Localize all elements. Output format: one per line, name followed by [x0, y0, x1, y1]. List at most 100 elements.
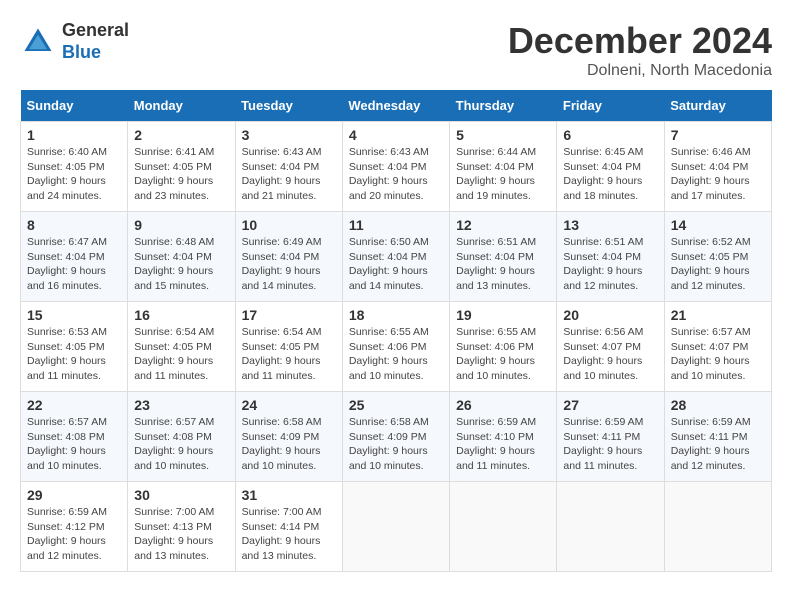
day-info: Sunrise: 7:00 AMSunset: 4:13 PMDaylight:… [134, 506, 214, 562]
table-row: 12 Sunrise: 6:51 AMSunset: 4:04 PMDaylig… [450, 212, 557, 302]
day-number: 3 [242, 127, 336, 143]
day-info: Sunrise: 6:45 AMSunset: 4:04 PMDaylight:… [563, 146, 643, 202]
day-number: 25 [349, 397, 443, 413]
day-number: 16 [134, 307, 228, 323]
day-info: Sunrise: 6:43 AMSunset: 4:04 PMDaylight:… [349, 146, 429, 202]
day-number: 31 [242, 487, 336, 503]
table-row: 19 Sunrise: 6:55 AMSunset: 4:06 PMDaylig… [450, 302, 557, 392]
table-row: 17 Sunrise: 6:54 AMSunset: 4:05 PMDaylig… [235, 302, 342, 392]
logo-text: General Blue [62, 20, 129, 63]
table-row: 6 Sunrise: 6:45 AMSunset: 4:04 PMDayligh… [557, 122, 664, 212]
day-number: 21 [671, 307, 765, 323]
table-row: 2 Sunrise: 6:41 AMSunset: 4:05 PMDayligh… [128, 122, 235, 212]
table-row: 20 Sunrise: 6:56 AMSunset: 4:07 PMDaylig… [557, 302, 664, 392]
day-number: 26 [456, 397, 550, 413]
day-info: Sunrise: 6:46 AMSunset: 4:04 PMDaylight:… [671, 146, 751, 202]
day-number: 4 [349, 127, 443, 143]
table-row: 3 Sunrise: 6:43 AMSunset: 4:04 PMDayligh… [235, 122, 342, 212]
day-info: Sunrise: 6:47 AMSunset: 4:04 PMDaylight:… [27, 236, 107, 292]
table-row: 26 Sunrise: 6:59 AMSunset: 4:10 PMDaylig… [450, 392, 557, 482]
table-row: 25 Sunrise: 6:58 AMSunset: 4:09 PMDaylig… [342, 392, 449, 482]
table-row [664, 482, 771, 572]
day-info: Sunrise: 7:00 AMSunset: 4:14 PMDaylight:… [242, 506, 322, 562]
day-info: Sunrise: 6:57 AMSunset: 4:07 PMDaylight:… [671, 326, 751, 382]
day-number: 13 [563, 217, 657, 233]
col-thursday: Thursday [450, 90, 557, 122]
day-info: Sunrise: 6:50 AMSunset: 4:04 PMDaylight:… [349, 236, 429, 292]
day-info: Sunrise: 6:59 AMSunset: 4:11 PMDaylight:… [563, 416, 643, 472]
day-info: Sunrise: 6:54 AMSunset: 4:05 PMDaylight:… [242, 326, 322, 382]
table-row: 8 Sunrise: 6:47 AMSunset: 4:04 PMDayligh… [21, 212, 128, 302]
table-row [557, 482, 664, 572]
table-row: 22 Sunrise: 6:57 AMSunset: 4:08 PMDaylig… [21, 392, 128, 482]
day-info: Sunrise: 6:56 AMSunset: 4:07 PMDaylight:… [563, 326, 643, 382]
day-info: Sunrise: 6:55 AMSunset: 4:06 PMDaylight:… [349, 326, 429, 382]
header-row: Sunday Monday Tuesday Wednesday Thursday… [21, 90, 772, 122]
table-row: 24 Sunrise: 6:58 AMSunset: 4:09 PMDaylig… [235, 392, 342, 482]
col-tuesday: Tuesday [235, 90, 342, 122]
day-number: 12 [456, 217, 550, 233]
table-row: 23 Sunrise: 6:57 AMSunset: 4:08 PMDaylig… [128, 392, 235, 482]
day-number: 22 [27, 397, 121, 413]
day-info: Sunrise: 6:49 AMSunset: 4:04 PMDaylight:… [242, 236, 322, 292]
day-number: 28 [671, 397, 765, 413]
table-row: 21 Sunrise: 6:57 AMSunset: 4:07 PMDaylig… [664, 302, 771, 392]
day-number: 14 [671, 217, 765, 233]
day-info: Sunrise: 6:55 AMSunset: 4:06 PMDaylight:… [456, 326, 536, 382]
table-row: 13 Sunrise: 6:51 AMSunset: 4:04 PMDaylig… [557, 212, 664, 302]
table-row: 28 Sunrise: 6:59 AMSunset: 4:11 PMDaylig… [664, 392, 771, 482]
day-info: Sunrise: 6:40 AMSunset: 4:05 PMDaylight:… [27, 146, 107, 202]
day-info: Sunrise: 6:52 AMSunset: 4:05 PMDaylight:… [671, 236, 751, 292]
table-row: 30 Sunrise: 7:00 AMSunset: 4:13 PMDaylig… [128, 482, 235, 572]
day-number: 5 [456, 127, 550, 143]
day-number: 24 [242, 397, 336, 413]
day-info: Sunrise: 6:41 AMSunset: 4:05 PMDaylight:… [134, 146, 214, 202]
table-row: 1 Sunrise: 6:40 AMSunset: 4:05 PMDayligh… [21, 122, 128, 212]
table-row: 4 Sunrise: 6:43 AMSunset: 4:04 PMDayligh… [342, 122, 449, 212]
day-info: Sunrise: 6:57 AMSunset: 4:08 PMDaylight:… [27, 416, 107, 472]
day-number: 17 [242, 307, 336, 323]
col-wednesday: Wednesday [342, 90, 449, 122]
day-info: Sunrise: 6:43 AMSunset: 4:04 PMDaylight:… [242, 146, 322, 202]
title-area: December 2024 Dolneni, North Macedonia [508, 20, 772, 80]
logo: General Blue [20, 20, 129, 63]
col-sunday: Sunday [21, 90, 128, 122]
calendar-week-1: 1 Sunrise: 6:40 AMSunset: 4:05 PMDayligh… [21, 122, 772, 212]
table-row: 15 Sunrise: 6:53 AMSunset: 4:05 PMDaylig… [21, 302, 128, 392]
day-number: 18 [349, 307, 443, 323]
day-number: 27 [563, 397, 657, 413]
day-info: Sunrise: 6:44 AMSunset: 4:04 PMDaylight:… [456, 146, 536, 202]
day-number: 29 [27, 487, 121, 503]
day-info: Sunrise: 6:51 AMSunset: 4:04 PMDaylight:… [456, 236, 536, 292]
calendar-week-2: 8 Sunrise: 6:47 AMSunset: 4:04 PMDayligh… [21, 212, 772, 302]
day-number: 9 [134, 217, 228, 233]
col-saturday: Saturday [664, 90, 771, 122]
day-number: 10 [242, 217, 336, 233]
col-friday: Friday [557, 90, 664, 122]
day-number: 20 [563, 307, 657, 323]
month-title: December 2024 [508, 20, 772, 62]
table-row: 7 Sunrise: 6:46 AMSunset: 4:04 PMDayligh… [664, 122, 771, 212]
day-info: Sunrise: 6:48 AMSunset: 4:04 PMDaylight:… [134, 236, 214, 292]
day-number: 23 [134, 397, 228, 413]
table-row: 31 Sunrise: 7:00 AMSunset: 4:14 PMDaylig… [235, 482, 342, 572]
day-number: 19 [456, 307, 550, 323]
day-number: 7 [671, 127, 765, 143]
table-row: 29 Sunrise: 6:59 AMSunset: 4:12 PMDaylig… [21, 482, 128, 572]
day-number: 11 [349, 217, 443, 233]
day-number: 15 [27, 307, 121, 323]
page-header: General Blue December 2024 Dolneni, Nort… [20, 20, 772, 80]
table-row: 14 Sunrise: 6:52 AMSunset: 4:05 PMDaylig… [664, 212, 771, 302]
calendar-week-5: 29 Sunrise: 6:59 AMSunset: 4:12 PMDaylig… [21, 482, 772, 572]
col-monday: Monday [128, 90, 235, 122]
day-info: Sunrise: 6:59 AMSunset: 4:12 PMDaylight:… [27, 506, 107, 562]
table-row: 9 Sunrise: 6:48 AMSunset: 4:04 PMDayligh… [128, 212, 235, 302]
table-row: 27 Sunrise: 6:59 AMSunset: 4:11 PMDaylig… [557, 392, 664, 482]
calendar-week-4: 22 Sunrise: 6:57 AMSunset: 4:08 PMDaylig… [21, 392, 772, 482]
day-info: Sunrise: 6:53 AMSunset: 4:05 PMDaylight:… [27, 326, 107, 382]
day-number: 30 [134, 487, 228, 503]
calendar-table: Sunday Monday Tuesday Wednesday Thursday… [20, 90, 772, 572]
calendar-week-3: 15 Sunrise: 6:53 AMSunset: 4:05 PMDaylig… [21, 302, 772, 392]
day-info: Sunrise: 6:59 AMSunset: 4:11 PMDaylight:… [671, 416, 751, 472]
table-row [450, 482, 557, 572]
